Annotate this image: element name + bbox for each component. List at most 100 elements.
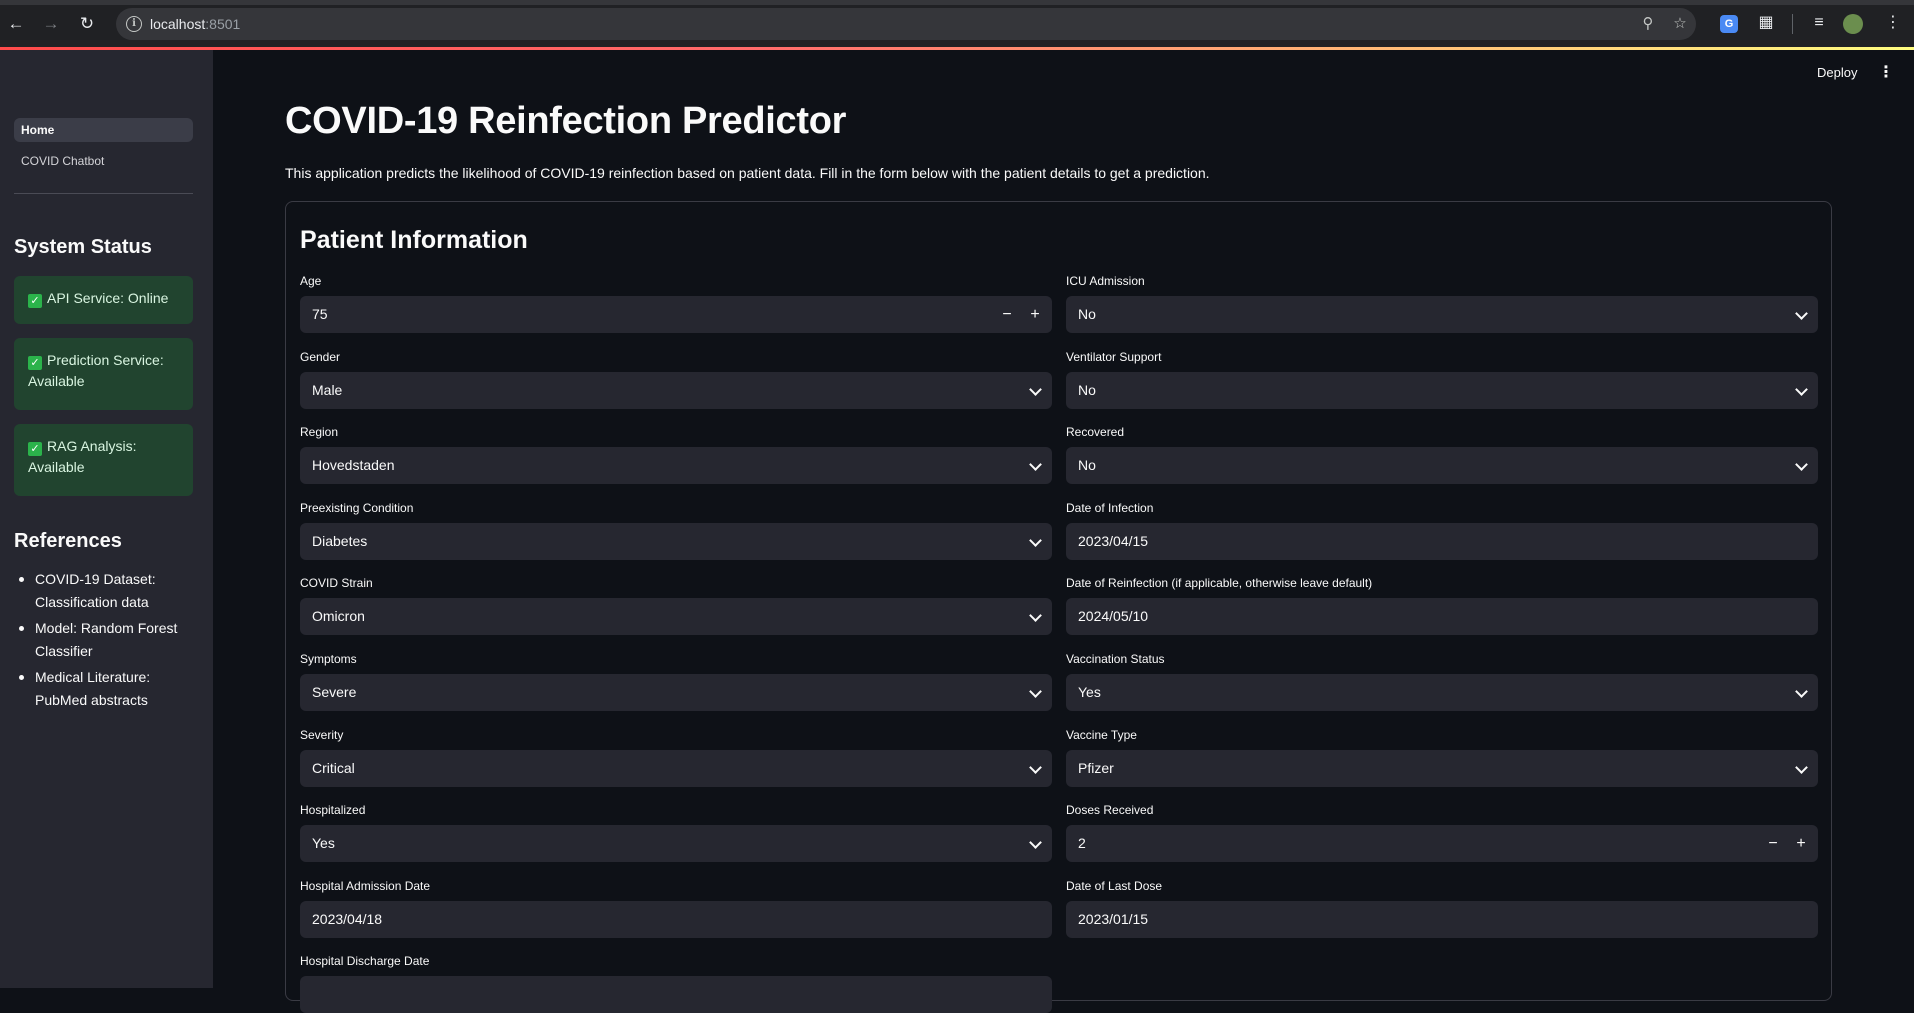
status-label: API Service: Online bbox=[47, 290, 169, 306]
sidebar-item-covid-chatbot[interactable]: COVID Chatbot bbox=[14, 149, 193, 173]
field-vaccination-status: Vaccination Status Yes bbox=[1066, 650, 1818, 711]
date-of-last-dose-date-input[interactable]: 2023/01/15 bbox=[1066, 900, 1818, 938]
field-symptoms: Symptoms Severe bbox=[300, 650, 1052, 711]
field-covid-strain: COVID Strain Omicron bbox=[300, 574, 1052, 636]
chevron-down-icon[interactable] bbox=[1029, 685, 1042, 698]
extensions-puzzle-icon[interactable]: ▦ bbox=[1755, 12, 1777, 34]
status-label: RAG Analysis: Available bbox=[28, 438, 137, 475]
vaccination-status-label: Vaccination Status bbox=[1066, 652, 1165, 666]
chevron-down-icon[interactable] bbox=[1029, 382, 1042, 396]
address-bar[interactable]: i localhost:8501 ⚲ ☆ bbox=[116, 8, 1696, 40]
increment-button[interactable]: + bbox=[1787, 825, 1815, 862]
browser-menu-icon[interactable]: ⋮ bbox=[1882, 12, 1904, 34]
reading-list-icon[interactable]: ≡ bbox=[1808, 12, 1830, 34]
field-hospital-admission-date: Hospital Admission Date 2023/04/18 bbox=[300, 877, 1052, 938]
status-label: Prediction Service: Available bbox=[28, 352, 164, 389]
forward-icon[interactable]: → bbox=[39, 12, 63, 36]
chevron-down-icon[interactable] bbox=[1795, 382, 1808, 396]
sidebar-item-home[interactable]: Home bbox=[14, 118, 193, 142]
back-icon[interactable]: ← bbox=[4, 12, 28, 36]
url-port: :8501 bbox=[205, 16, 241, 32]
doses-received-value: 2 bbox=[1078, 835, 1086, 852]
icu-admission-value: No bbox=[1078, 306, 1096, 322]
deploy-button[interactable]: Deploy bbox=[1817, 65, 1857, 80]
url-text[interactable]: localhost:8501 bbox=[150, 16, 240, 32]
date-of-reinfection-label: Date of Reinfection (if applicable, othe… bbox=[1066, 576, 1373, 591]
preexisting-condition-select[interactable]: Diabetes bbox=[300, 522, 1052, 560]
status-api-service: ✓ API Service: Online bbox=[14, 276, 193, 324]
hospital-discharge-date-label: Hospital Discharge Date bbox=[300, 954, 430, 969]
doses-received-number-input[interactable]: 2 − + bbox=[1066, 825, 1818, 863]
toolbar-divider bbox=[1792, 14, 1793, 34]
ventilator-support-select[interactable]: No bbox=[1066, 371, 1818, 409]
gender-select[interactable]: Male bbox=[300, 371, 1052, 409]
site-info-icon[interactable]: i bbox=[126, 16, 142, 32]
chevron-down-icon[interactable] bbox=[1029, 458, 1042, 472]
references-list: COVID-19 Dataset: Classification data Mo… bbox=[14, 568, 199, 715]
list-item: COVID-19 Dataset: Classification data bbox=[14, 568, 199, 614]
url-host: localhost bbox=[150, 16, 206, 32]
hospital-admission-date-date-input[interactable]: 2023/04/18 bbox=[300, 900, 1052, 938]
date-of-infection-date-input[interactable]: 2023/04/15 bbox=[1066, 522, 1818, 560]
decrement-button[interactable]: − bbox=[1759, 825, 1787, 862]
sidebar: Home COVID Chatbot System Status ✓ API Se… bbox=[0, 50, 213, 988]
list-item: Medical Literature: PubMed abstracts bbox=[14, 666, 199, 712]
recovered-select[interactable]: No bbox=[1066, 447, 1818, 485]
covid-strain-select[interactable]: Omicron bbox=[300, 598, 1052, 636]
vaccination-status-select[interactable]: Yes bbox=[1066, 674, 1818, 711]
severity-select[interactable]: Critical bbox=[300, 749, 1052, 787]
zoom-icon[interactable]: ⚲ bbox=[1640, 16, 1656, 32]
status-rag-analysis: ✓ RAG Analysis: Available bbox=[14, 424, 193, 496]
decrement-button[interactable]: − bbox=[993, 296, 1021, 333]
field-date-of-reinfection: Date of Reinfection (if applicable, othe… bbox=[1066, 574, 1818, 636]
chevron-down-icon[interactable] bbox=[1795, 307, 1808, 320]
icu-admission-select[interactable]: No bbox=[1066, 296, 1818, 333]
chevron-down-icon[interactable] bbox=[1029, 533, 1042, 547]
system-status-heading: System Status bbox=[14, 236, 152, 258]
field-preexisting-condition: Preexisting Condition Diabetes bbox=[300, 499, 1052, 560]
field-vaccine-type: Vaccine Type Pfizer bbox=[1066, 726, 1818, 787]
age-value: 75 bbox=[312, 306, 328, 322]
ventilator-support-label: Ventilator Support bbox=[1066, 349, 1162, 364]
field-date-of-infection: Date of Infection 2023/04/15 bbox=[1066, 499, 1818, 560]
icu-admission-label: ICU Admission bbox=[1066, 274, 1145, 288]
date-of-reinfection-date-input[interactable]: 2024/05/10 bbox=[1066, 598, 1818, 636]
hospital-discharge-date-date-input[interactable] bbox=[300, 976, 1052, 1013]
severity-value: Critical bbox=[312, 759, 355, 776]
check-icon: ✓ bbox=[28, 442, 42, 456]
vaccine-type-value: Pfizer bbox=[1078, 759, 1114, 776]
date-of-infection-label: Date of Infection bbox=[1066, 500, 1154, 515]
increment-button[interactable]: + bbox=[1021, 296, 1049, 333]
region-select[interactable]: Hovedstaden bbox=[300, 447, 1052, 485]
hospitalized-select[interactable]: Yes bbox=[300, 825, 1052, 863]
vaccine-type-select[interactable]: Pfizer bbox=[1066, 749, 1818, 787]
hospital-admission-date-value: 2023/04/18 bbox=[312, 910, 383, 927]
age-number-input[interactable]: 75 − + bbox=[300, 296, 1052, 333]
field-hospital-discharge-date: Hospital Discharge Date bbox=[300, 952, 1052, 1013]
chevron-down-icon[interactable] bbox=[1029, 609, 1042, 623]
chevron-down-icon[interactable] bbox=[1795, 685, 1808, 698]
chevron-down-icon[interactable] bbox=[1795, 458, 1808, 472]
tab-strip bbox=[0, 0, 1914, 5]
field-severity: Severity Critical bbox=[300, 726, 1052, 787]
covid-strain-label: COVID Strain bbox=[300, 576, 373, 591]
symptoms-select[interactable]: Severe bbox=[300, 674, 1052, 711]
chevron-down-icon[interactable] bbox=[1795, 760, 1808, 774]
region-label: Region bbox=[300, 425, 339, 440]
chevron-down-icon[interactable] bbox=[1029, 836, 1042, 850]
check-icon: ✓ bbox=[28, 294, 42, 308]
chevron-down-icon[interactable] bbox=[1029, 760, 1042, 774]
date-of-reinfection-value: 2024/05/10 bbox=[1078, 608, 1149, 625]
profile-avatar[interactable] bbox=[1843, 14, 1863, 34]
browser-toolbar: ← → ↻ i localhost:8501 ⚲ ☆ G ▦ ≡ ⋮ bbox=[0, 0, 1914, 48]
page-description: This application predicts the likelihood… bbox=[285, 165, 1210, 181]
hospitalized-value: Yes bbox=[312, 835, 335, 852]
field-icu-admission: ICU Admission No bbox=[1066, 272, 1818, 333]
list-item: Model: Random Forest Classifier bbox=[14, 617, 199, 663]
translate-extension-icon[interactable]: G bbox=[1720, 15, 1738, 33]
bookmark-star-icon[interactable]: ☆ bbox=[1672, 16, 1688, 32]
field-doses-received: Doses Received 2 − + bbox=[1066, 801, 1818, 863]
main-menu-icon[interactable]: ⋮ bbox=[1878, 64, 1894, 82]
field-gender: Gender Male bbox=[300, 348, 1052, 409]
reload-icon[interactable]: ↻ bbox=[75, 12, 99, 36]
